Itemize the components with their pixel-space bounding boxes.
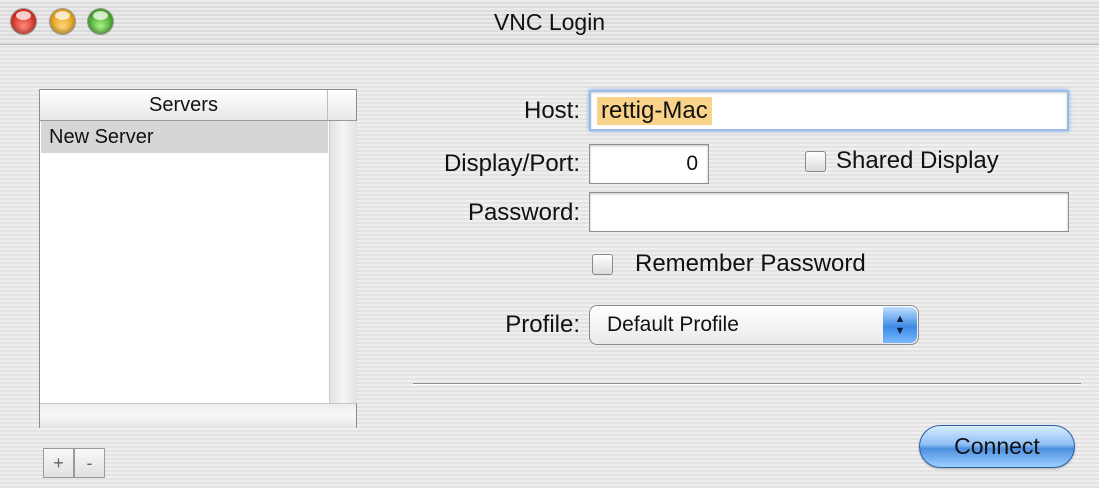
- profile-select-value: Default Profile: [607, 313, 739, 336]
- remember-password-label[interactable]: Remember Password: [635, 249, 866, 279]
- server-list-item[interactable]: New Server: [41, 121, 328, 153]
- profile-select[interactable]: Default Profile ▲ ▼: [589, 305, 919, 345]
- display-port-input[interactable]: 0: [589, 144, 709, 184]
- separator: [413, 383, 1081, 385]
- host-input-value: rettig-Mac: [597, 97, 712, 125]
- servers-vertical-scrollbar[interactable]: [329, 121, 357, 403]
- remember-password-checkbox[interactable]: [592, 254, 613, 275]
- add-server-button[interactable]: +: [43, 448, 74, 478]
- password-input[interactable]: [589, 192, 1069, 232]
- window-title: VNC Login: [493, 9, 606, 35]
- display-port-label: Display/Port:: [443, 150, 580, 177]
- up-down-arrows-icon: ▲ ▼: [883, 307, 917, 343]
- host-label: Host:: [523, 97, 580, 124]
- shared-display-label[interactable]: Shared Display: [836, 146, 999, 176]
- profile-label: Profile:: [505, 311, 580, 338]
- servers-list[interactable]: Servers New Server: [39, 89, 357, 428]
- host-input[interactable]: rettig-Mac: [589, 90, 1069, 131]
- shared-display-checkbox[interactable]: [805, 151, 826, 172]
- servers-list-header: Servers: [40, 90, 356, 121]
- servers-horizontal-scrollbar[interactable]: [40, 403, 356, 428]
- display-port-input-value: 0: [686, 152, 698, 175]
- remove-server-button[interactable]: -: [74, 448, 105, 478]
- connect-button[interactable]: Connect: [919, 425, 1075, 468]
- title-bar: VNC Login: [0, 0, 1099, 45]
- password-label: Password:: [467, 199, 580, 226]
- servers-column-header[interactable]: Servers: [40, 90, 328, 120]
